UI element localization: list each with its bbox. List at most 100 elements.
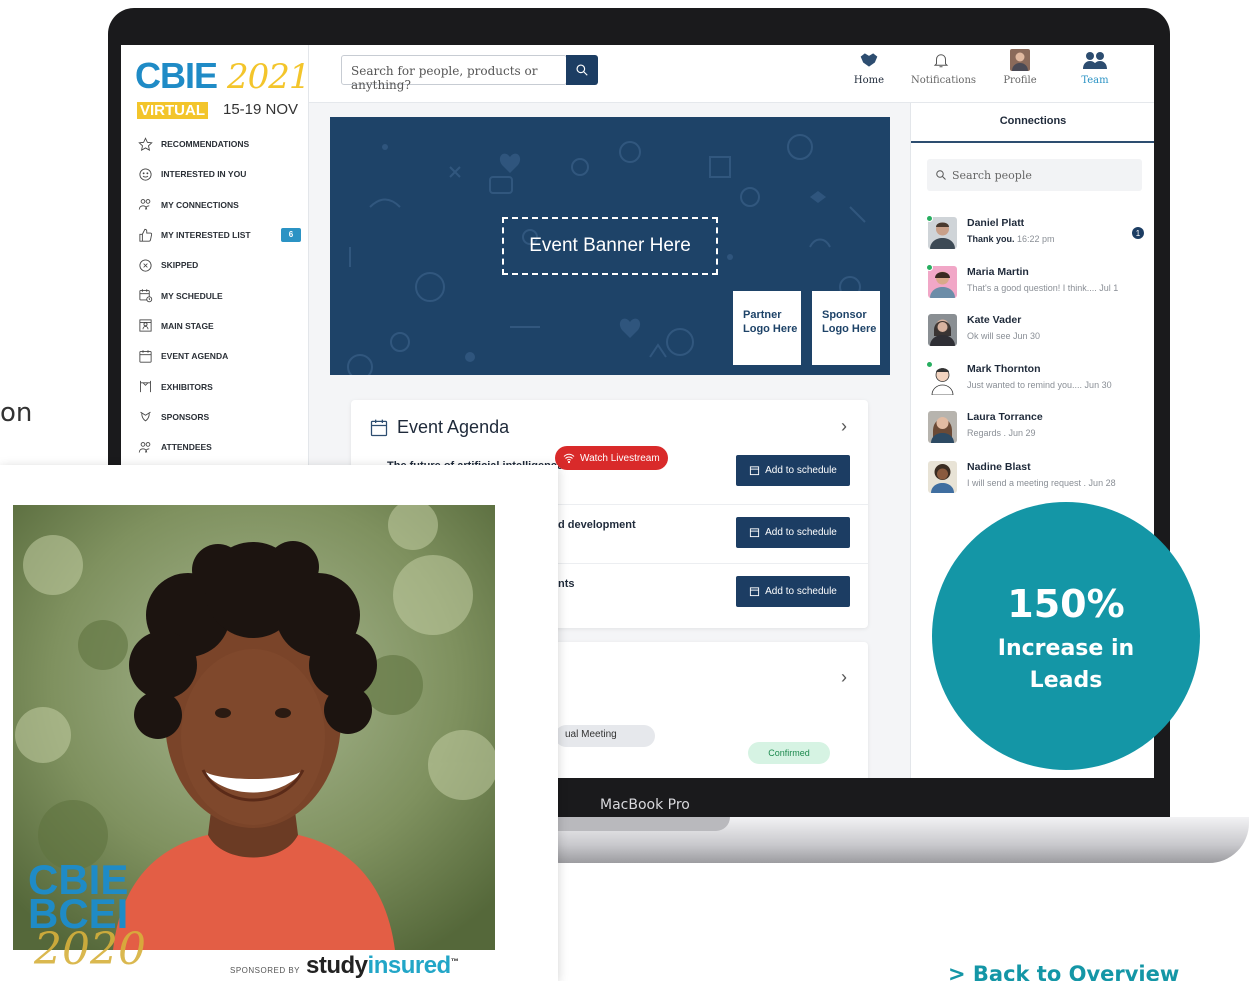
smile-icon [137,166,153,182]
bell-icon [933,54,949,68]
profile-icon [1010,49,1030,71]
nav-notifications-label: Notifications [911,75,977,86]
unread-count-badge: 1 [1132,227,1144,239]
sidebar-item-label: ATTENDEES [161,442,212,453]
avatar [928,461,957,493]
agenda-chevron-right-icon[interactable]: › [841,416,847,437]
speaker-photo-card: CBIE BCEI 2020 SPONSORED BY studyinsured… [0,465,558,981]
watch-livestream-label: Watch Livestream [580,452,660,464]
sponsor-name-part2: insured [367,952,452,979]
sidebar-item-label: INTERESTED IN YOU [161,169,247,180]
sidebar-item-attendees[interactable]: ATTENDEES [137,432,307,462]
contact-item[interactable]: Daniel Platt Thank you. 16:22 pm 1 [926,215,1144,257]
sidebar-item-exhibitors[interactable]: EXHIBITORS [137,371,307,401]
stat-label: Increase in Leads [997,636,1135,693]
add-to-schedule-label: Add to schedule [765,465,837,476]
contact-last-message: Just wanted to remind you.... Jun 30 [967,380,1112,390]
search-input[interactable]: Search for people, products or anything? [341,55,567,92]
nav-team[interactable]: Team [1065,49,1125,86]
sponsor-credit: SPONSORED BY studyinsured™ [230,952,459,980]
banner-placeholder-text: Event Banner Here [502,217,718,275]
nav-profile[interactable]: Profile [990,49,1050,86]
interested-count-badge: 6 [281,227,301,242]
search-icon [936,170,946,180]
sponsor-name-part1: study [306,952,368,979]
sidebar-item-event-agenda[interactable]: EVENT AGENDA [137,341,307,371]
thumbs-up-icon [137,227,153,243]
logo-virtual: VIRTUAL [137,102,208,119]
message-part: 16:22 pm [1014,234,1055,244]
contact-name: Nadine Blast [967,461,1031,473]
contact-name: Maria Martin [967,266,1029,278]
sidebar-item-my-interested-list[interactable]: MY INTERESTED LIST 6 [137,220,307,250]
add-to-schedule-button[interactable]: Add to schedule [736,455,850,486]
badge-icon [137,409,153,425]
contact-last-message: Regards . Jun 29 [967,428,1036,438]
sidebar-item-label: EVENT AGENDA [161,351,229,362]
sidebar-item-my-schedule[interactable]: MY SCHEDULE [137,280,307,310]
nav-home-label: Home [853,75,885,86]
agenda-title: Event Agenda [397,417,510,437]
cut-off-text: on [0,398,33,428]
calendar-icon [370,419,388,436]
stat-value: 150% [1007,582,1125,626]
sponsor-logo-placeholder[interactable]: Sponsor Logo Here [812,291,880,365]
sponsor-logo: studyinsured™ [306,952,459,980]
back-to-overview-link[interactable]: > Back to Overview [948,962,1179,981]
contact-item[interactable]: Laura Torrance Regards . Jun 29 [928,411,1143,451]
wifi-icon [563,453,575,464]
contact-name: Kate Vader [967,314,1022,326]
add-to-schedule-label: Add to schedule [765,586,837,597]
x-circle-icon [137,257,153,273]
contact-last-message: Thank you. 16:22 pm [967,234,1055,244]
sidebar-menu: RECOMMENDATIONS INTERESTED IN YOU MY CON… [137,129,307,462]
agenda-heading: Event Agenda [369,417,509,438]
contact-item[interactable]: Maria Martin That's a good question! I t… [926,264,1143,306]
online-status-dot [926,361,933,368]
stat-circle: 150% Increase in Leads [932,502,1200,770]
calendar-icon [750,466,760,476]
stage-icon [137,318,153,334]
add-to-schedule-button[interactable]: Add to schedule [736,576,850,607]
connections-tab[interactable]: Connections [911,103,1154,143]
contact-item[interactable]: Mark Thornton Just wanted to remind you.… [926,361,1143,403]
star-icon [137,136,153,152]
partner-logo-placeholder[interactable]: Partner Logo Here [733,291,801,365]
search-people-input[interactable]: Search people [927,159,1142,191]
calendar-icon [750,528,760,538]
sidebar-item-label: MY INTERESTED LIST [161,230,251,241]
sidebar-item-label: MAIN STAGE [161,320,214,331]
contact-item[interactable]: Nadine Blast I will send a meeting reque… [928,461,1143,501]
avatar [928,411,957,443]
contact-item[interactable]: Kate Vader Ok will see Jun 30 [928,314,1143,354]
add-to-schedule-button[interactable]: Add to schedule [736,517,850,548]
sidebar-item-interested-in-you[interactable]: INTERESTED IN YOU [137,159,307,189]
meetings-chevron-right-icon[interactable]: › [841,667,847,688]
event-logo[interactable]: CBIE 2021 VIRTUAL 15-19 NOV [135,55,311,121]
search-button[interactable] [566,55,598,85]
contact-last-message: That's a good question! I think.... Jul … [967,283,1119,293]
sidebar-item-skipped[interactable]: SKIPPED [137,250,307,280]
contact-last-message: Ok will see Jun 30 [967,331,1041,341]
online-status-dot [926,264,933,271]
contact-last-message: I will send a meeting request . Jun 28 [967,478,1116,488]
meeting-type-tag: ual Meeting [555,725,655,747]
sidebar-item-recommendations[interactable]: RECOMMENDATIONS [137,129,307,159]
watch-livestream-button[interactable]: Watch Livestream [555,446,668,470]
nav-home[interactable]: Home [839,49,899,86]
contact-name: Mark Thornton [967,363,1041,375]
avatar [928,363,957,395]
sidebar-item-main-stage[interactable]: MAIN STAGE [137,311,307,341]
avatar [928,217,957,249]
nav-team-label: Team [1081,75,1109,86]
online-status-dot [926,215,933,222]
laptop-notch [555,817,730,831]
event-banner[interactable]: Event Banner Here Partner Logo Here Spon… [330,117,890,375]
sidebar-item-sponsors[interactable]: SPONSORS [137,402,307,432]
nav-notifications[interactable]: Notifications [911,49,976,86]
sidebar-item-label: SKIPPED [161,260,199,271]
search-icon [576,64,588,76]
calendar-icon [750,587,760,597]
sidebar-item-label: SPONSORS [161,411,210,422]
sidebar-item-my-connections[interactable]: MY CONNECTIONS [137,190,307,220]
